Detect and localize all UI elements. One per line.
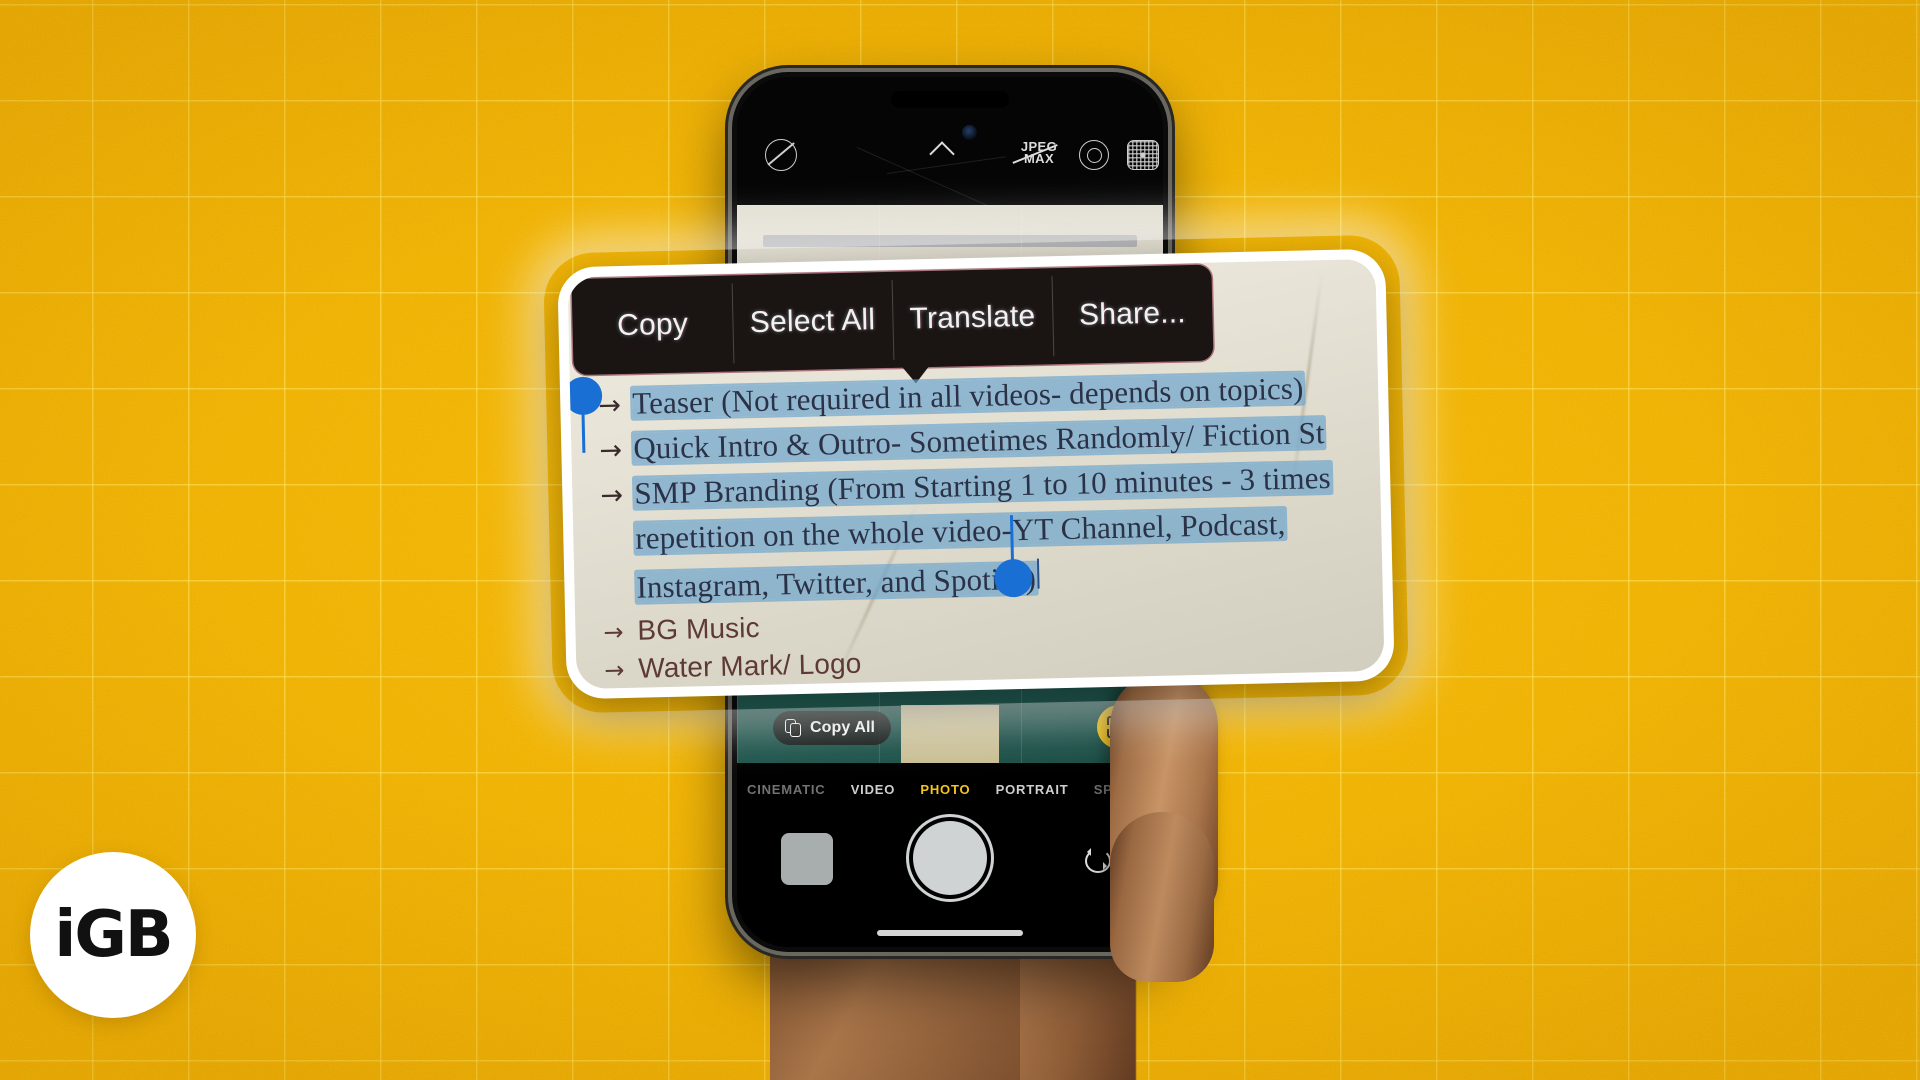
ocr-line-text: Water Mark/ Logo bbox=[637, 647, 862, 684]
ocr-line-text: Teaser (Not required in all videos- depe… bbox=[631, 370, 1304, 421]
ocr-line[interactable]: → SMP Branding (From Starting 1 to 10 min… bbox=[600, 459, 1363, 512]
camera-mode-video[interactable]: VIDEO bbox=[851, 782, 895, 797]
igb-logo: iGB bbox=[30, 852, 196, 1018]
text-selection-magnifier: Copy Select All Translate Share... → Teaser … bbox=[557, 248, 1395, 700]
context-menu-copy[interactable]: Copy bbox=[571, 275, 733, 375]
ocr-line-text: Quick Intro & Outro- Sometimes Randomly/… bbox=[632, 415, 1325, 466]
bullet-arrow-icon: → bbox=[600, 480, 624, 512]
camera-mode-selector[interactable]: CINEMATICVIDEOPHOTOPORTRAITSPATIAL bbox=[737, 777, 1163, 801]
raw-grid-icon[interactable] bbox=[1127, 140, 1159, 170]
camera-mode-photo[interactable]: PHOTO bbox=[920, 782, 970, 797]
last-photo-thumbnail[interactable] bbox=[781, 833, 833, 885]
context-menu-label: Share... bbox=[1078, 296, 1187, 332]
hand-finger-right-lower bbox=[1110, 812, 1214, 982]
igb-logo-text: iGB bbox=[54, 898, 173, 972]
jpeg-max-indicator[interactable]: JPEG MAX bbox=[1012, 140, 1065, 165]
ocr-line[interactable]: → Quick Intro & Outro- Sometimes Randomly… bbox=[599, 415, 1362, 467]
camera-mode-cinematic[interactable]: CINEMATIC bbox=[747, 782, 825, 797]
ocr-line[interactable]: → BG Music bbox=[603, 600, 1365, 647]
context-menu-label: Copy bbox=[616, 307, 689, 343]
context-menu-translate[interactable]: Translate bbox=[891, 268, 1053, 368]
ocr-line-text: Instagram, Twitter, and Spotify) bbox=[636, 560, 1037, 605]
ocr-line[interactable]: → Water Mark/ Logo bbox=[604, 638, 1366, 685]
viewfinder-paper-strip bbox=[901, 705, 999, 763]
ocr-line[interactable]: Instagram, Twitter, and Spotify) bbox=[602, 551, 1365, 605]
camera-bottom-bar: CINEMATICVIDEOPHOTOPORTRAITSPATIAL bbox=[737, 763, 1163, 947]
bullet-arrow-icon: → bbox=[598, 390, 622, 422]
screenshot-stage: JPEG MAX Copy All CINEMATIC VIDEO PHOTO … bbox=[0, 0, 1920, 1080]
context-menu-label: Select All bbox=[749, 303, 876, 340]
context-menu-select-all[interactable]: Select All bbox=[731, 272, 893, 372]
camera-mode-portrait[interactable]: PORTRAIT bbox=[996, 782, 1069, 797]
dynamic-island bbox=[891, 91, 1009, 108]
text-caret bbox=[1036, 558, 1040, 589]
magnifier-card-content: Copy Select All Translate Share... → Teaser … bbox=[567, 258, 1385, 690]
selection-handle-start[interactable] bbox=[567, 376, 603, 453]
ocr-line[interactable]: repetition on the whole video-YT Channel… bbox=[601, 505, 1364, 556]
flash-off-icon[interactable] bbox=[765, 139, 797, 171]
text-context-menu[interactable]: Copy Select All Translate Share... bbox=[571, 264, 1214, 376]
ocr-line-text: SMP Branding (From Starting 1 to 10 minu… bbox=[633, 459, 1332, 511]
copy-all-button[interactable]: Copy All bbox=[773, 711, 892, 745]
camera-top-controls: JPEG MAX bbox=[737, 135, 1163, 179]
ocr-line-text: BG Music bbox=[637, 611, 760, 646]
bullet-arrow-icon: → bbox=[604, 656, 625, 685]
copy-icon bbox=[785, 718, 802, 738]
context-menu-label: Translate bbox=[909, 299, 1036, 336]
bullet-arrow-icon: → bbox=[603, 618, 625, 647]
live-photo-icon[interactable] bbox=[1079, 140, 1109, 170]
ocr-line[interactable]: → Teaser (Not required in all videos- dep… bbox=[598, 370, 1361, 422]
ocr-line-text: repetition on the whole video-YT Channel… bbox=[634, 505, 1286, 556]
context-menu-share[interactable]: Share... bbox=[1051, 265, 1213, 365]
ocr-text-block[interactable]: → Teaser (Not required in all videos- dep… bbox=[598, 370, 1368, 690]
shutter-button[interactable] bbox=[913, 821, 987, 895]
home-indicator bbox=[877, 930, 1023, 936]
chevron-up-icon[interactable] bbox=[929, 141, 955, 167]
bullet-arrow-icon: → bbox=[599, 435, 623, 467]
copy-all-label: Copy All bbox=[810, 719, 876, 736]
magnifier-card: Copy Select All Translate Share... → Teaser … bbox=[557, 248, 1395, 700]
